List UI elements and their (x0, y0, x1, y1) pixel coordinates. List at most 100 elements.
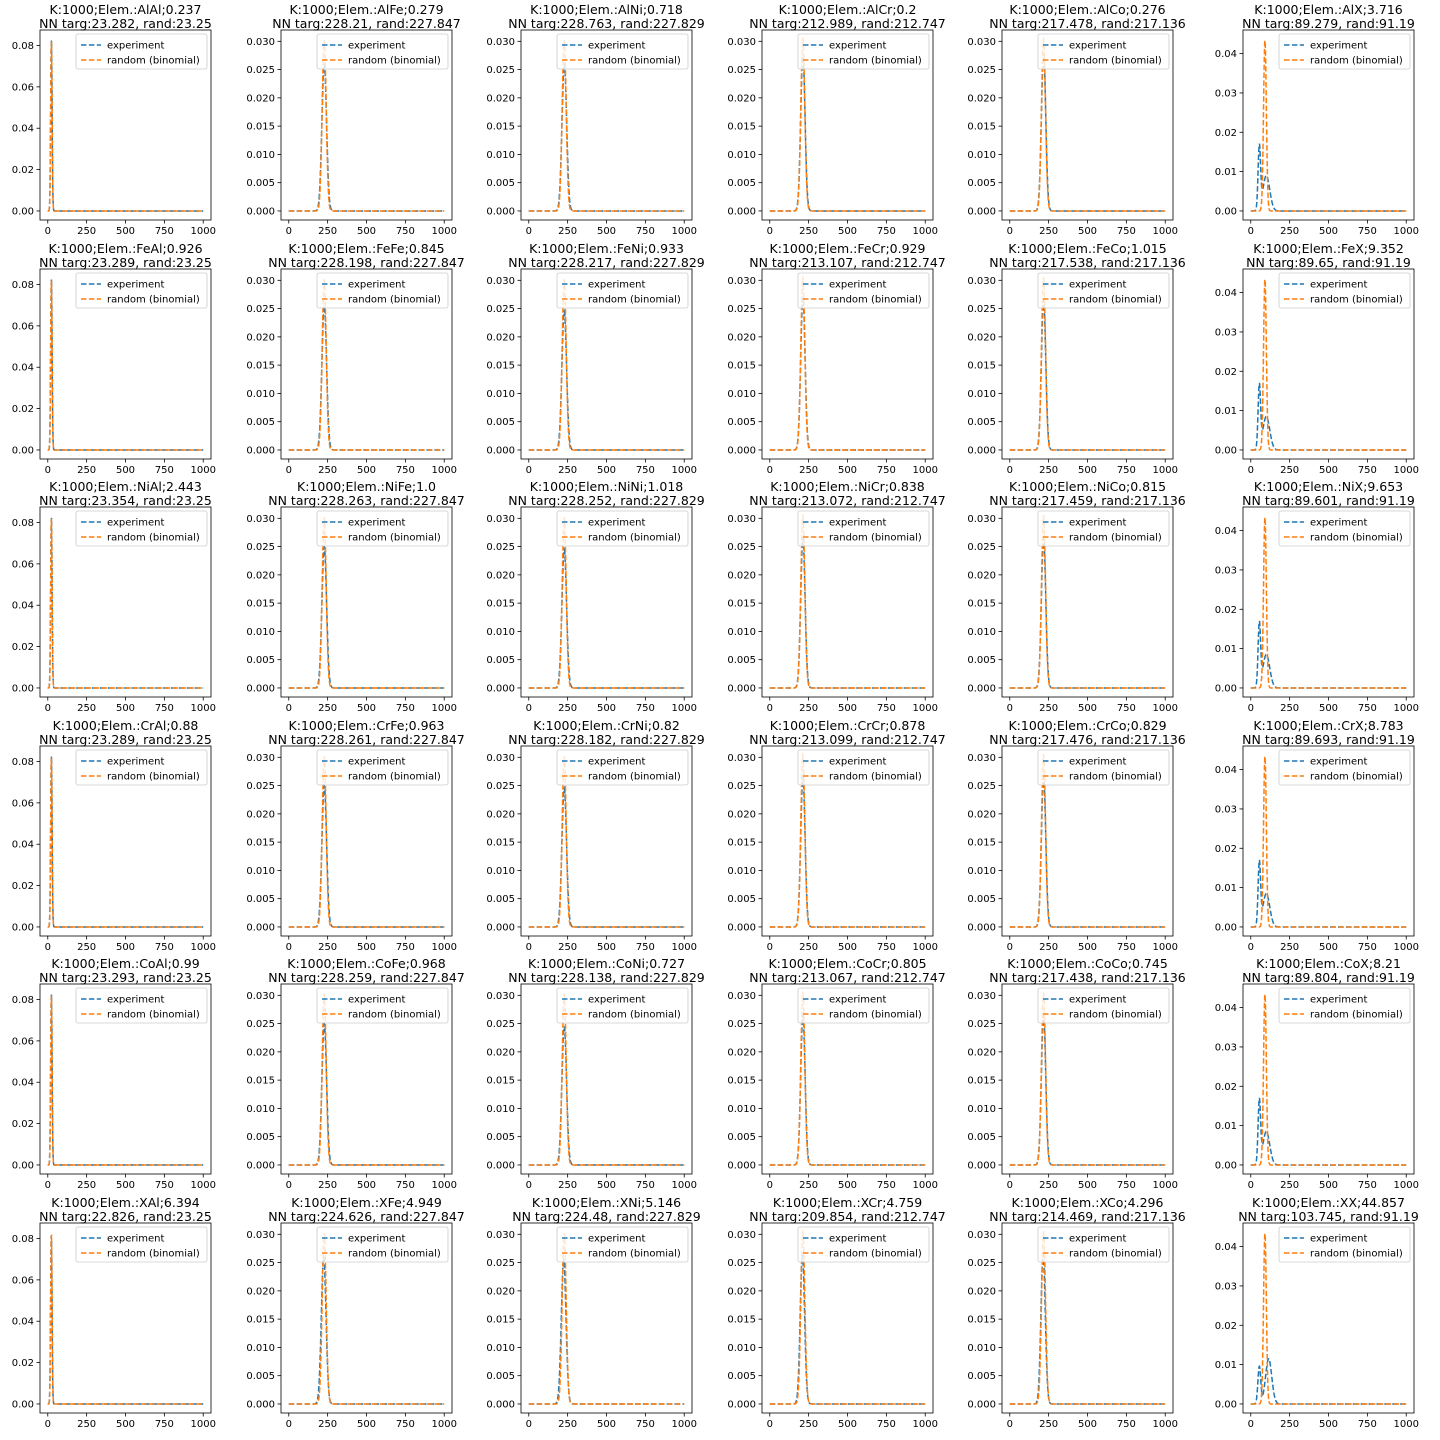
x-tick-label: 1000 (1153, 465, 1178, 476)
y-tick-label: 0.020 (727, 93, 756, 104)
y-tick-label: 0.005 (246, 655, 275, 666)
legend-label-random: random (binomial) (107, 533, 200, 544)
y-tick-label: 0.025 (967, 1019, 996, 1030)
legend-label-random: random (binomial) (1069, 772, 1162, 783)
y-tick-label: 0.030 (486, 514, 515, 525)
y-tick-label: 0.04 (12, 363, 34, 374)
subplot: K:1000;Elem.:CoX;8.21NN targ:89.804, ran… (1215, 956, 1419, 1191)
x-tick-label: 250 (1280, 942, 1299, 953)
y-tick-label: 0.04 (1215, 526, 1237, 537)
x-tick-label: 500 (116, 1180, 135, 1191)
x-tick-label: 250 (1039, 942, 1058, 953)
y-tick-label: 0.02 (1215, 844, 1237, 855)
subplot-title: K:1000;Elem.:NiNi;1.018 (530, 479, 684, 494)
x-tick-label: 250 (558, 703, 577, 714)
x-tick-label: 750 (636, 1180, 655, 1191)
legend-label-random: random (binomial) (588, 295, 681, 306)
series-experiment-line (288, 305, 445, 451)
legend: experiment random (binomial) (75, 272, 208, 309)
subplot-subtitle: NN targ:209.854, rand:212.747 (749, 1209, 946, 1224)
subplot: K:1000;Elem.:AlCr;0.2NN targ:212.989, ra… (727, 2, 945, 237)
y-tick-label: 0.04 (1215, 49, 1237, 60)
subplot: K:1000;Elem.:AlCo;0.276NN targ:217.478, … (967, 2, 1185, 237)
y-tick-label: 0.08 (12, 518, 34, 529)
legend-label-random: random (binomial) (1310, 772, 1403, 783)
legend: experiment random (binomial) (75, 33, 208, 70)
subplot-title: K:1000;Elem.:AlAl;0.237 (50, 2, 202, 17)
legend: experiment random (binomial) (316, 1226, 449, 1263)
y-tick-label: 0.010 (246, 389, 275, 400)
x-tick-label: 1000 (1394, 703, 1419, 714)
y-tick-label: 0.030 (246, 276, 275, 287)
x-tick-label: 1000 (913, 465, 938, 476)
x-tick-label: 250 (77, 1419, 96, 1430)
y-tick-label: 0.020 (967, 570, 996, 581)
y-tick-label: 0.015 (967, 599, 996, 610)
x-tick-label: 500 (838, 465, 857, 476)
legend: experiment random (binomial) (1278, 749, 1411, 786)
subplot-subtitle: NN targ:217.459, rand:217.136 (989, 493, 1186, 508)
subplot-subtitle: NN targ:228.763, rand:227.829 (508, 16, 705, 31)
series-experiment-line (1009, 52, 1166, 212)
y-tick-label: 0.010 (246, 150, 275, 161)
x-tick-label: 500 (1078, 942, 1097, 953)
series-experiment-line (1009, 1251, 1166, 1405)
y-tick-label: 0.015 (246, 1076, 275, 1087)
subplot: K:1000;Elem.:CrCr;0.878NN targ:213.099, … (727, 718, 945, 953)
y-tick-label: 0.025 (486, 1019, 515, 1030)
y-tick-label: 0.015 (246, 122, 275, 133)
x-tick-label: 250 (318, 1180, 337, 1191)
subplot: K:1000;Elem.:CrAl;0.88NN targ:23.289, ra… (12, 718, 216, 953)
x-tick-label: 250 (799, 1419, 818, 1430)
legend-label-random: random (binomial) (588, 772, 681, 783)
y-tick-label: 0.030 (246, 37, 275, 48)
legend-label-random: random (binomial) (1310, 295, 1403, 306)
y-tick-label: 0.00 (1215, 206, 1237, 217)
legend: experiment random (binomial) (797, 749, 930, 786)
x-tick-label: 500 (1078, 465, 1097, 476)
y-tick-label: 0.005 (246, 894, 275, 905)
y-tick-label: 0.020 (727, 570, 756, 581)
legend: experiment random (binomial) (316, 987, 449, 1024)
y-tick-label: 0.000 (727, 922, 756, 933)
y-tick-label: 0.000 (486, 683, 515, 694)
x-tick-label: 250 (77, 942, 96, 953)
y-tick-label: 0.030 (246, 514, 275, 525)
subplot-title: K:1000;Elem.:AlX;3.716 (1254, 2, 1402, 17)
x-tick-label: 750 (636, 703, 655, 714)
y-tick-label: 0.020 (486, 1047, 515, 1058)
x-tick-label: 500 (116, 465, 135, 476)
y-tick-label: 0.030 (727, 1230, 756, 1241)
legend-label-random: random (binomial) (107, 56, 200, 67)
y-tick-label: 0.00 (1215, 683, 1237, 694)
x-tick-label: 1000 (191, 1180, 216, 1191)
legend-label-random: random (binomial) (1310, 1249, 1403, 1260)
x-tick-label: 1000 (432, 1419, 457, 1430)
y-tick-label: 0.01 (1215, 883, 1237, 894)
x-tick-label: 0 (526, 942, 532, 953)
legend: experiment random (binomial) (75, 1226, 208, 1263)
x-tick-label: 750 (1358, 226, 1377, 237)
legend: experiment random (binomial) (1037, 987, 1170, 1024)
legend-label-random: random (binomial) (348, 56, 441, 67)
y-tick-label: 0.04 (1215, 1003, 1237, 1014)
subplot-title: K:1000;Elem.:CrX;8.783 (1253, 718, 1403, 733)
y-tick-label: 0.02 (1215, 1321, 1237, 1332)
y-tick-label: 0.015 (486, 361, 515, 372)
subplot-title: K:1000;Elem.:NiCr;0.838 (770, 479, 925, 494)
x-tick-label: 750 (396, 1419, 415, 1430)
y-tick-label: 0.00 (1215, 1160, 1237, 1171)
y-tick-label: 0.015 (967, 361, 996, 372)
subplot-subtitle: NN targ:228.259, rand:227.847 (268, 970, 465, 985)
y-tick-label: 0.020 (246, 332, 275, 343)
x-tick-label: 500 (1078, 1419, 1097, 1430)
x-tick-label: 1000 (1153, 942, 1178, 953)
x-tick-label: 500 (116, 226, 135, 237)
series-experiment-line (769, 55, 926, 212)
y-tick-label: 0.015 (967, 838, 996, 849)
legend-label-random: random (binomial) (829, 56, 922, 67)
subplot: K:1000;Elem.:FeAl;0.926NN targ:23.289, r… (12, 241, 216, 476)
x-tick-label: 750 (155, 703, 174, 714)
x-tick-label: 0 (45, 226, 51, 237)
x-tick-label: 500 (1319, 465, 1338, 476)
